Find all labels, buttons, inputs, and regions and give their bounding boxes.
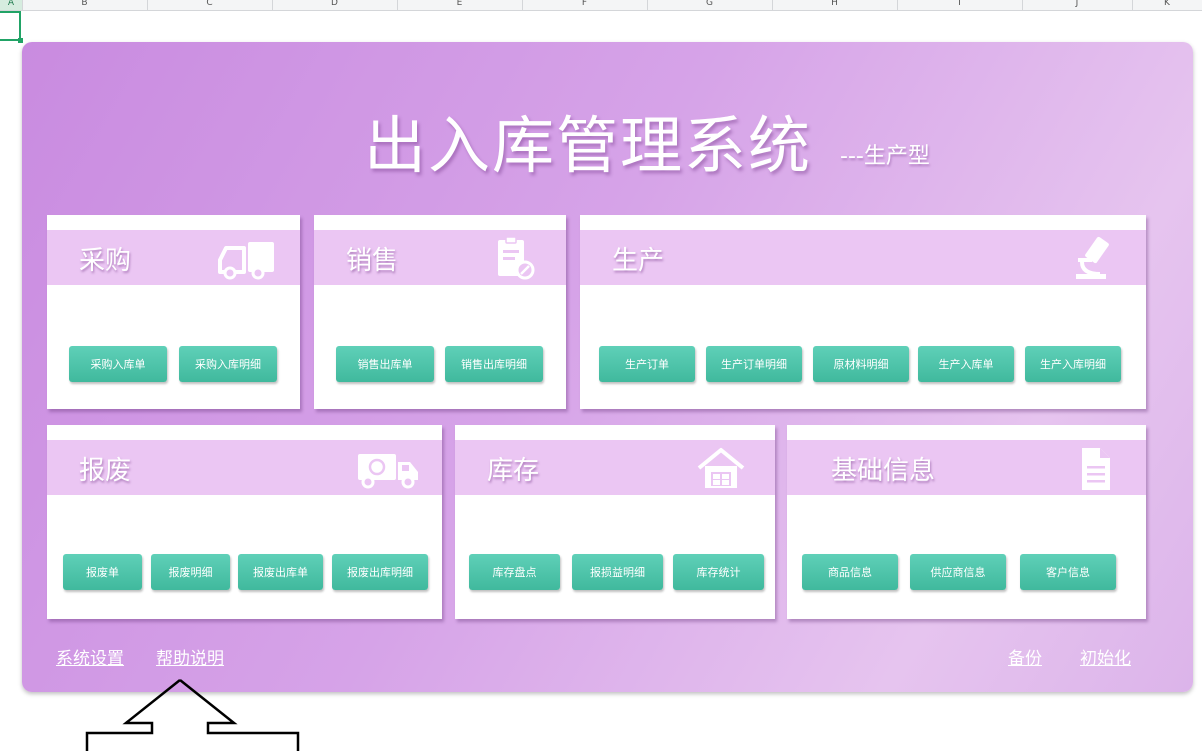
card-title-inventory: 库存 xyxy=(487,456,540,486)
up-arrow-icon xyxy=(85,679,300,751)
card-title-scrap: 报废 xyxy=(79,456,132,486)
production-order-button[interactable]: 生产订单 xyxy=(599,346,695,382)
card-header: 报废 xyxy=(47,440,442,495)
column-header-k[interactable]: K xyxy=(1132,0,1202,10)
selected-cell[interactable] xyxy=(0,11,21,41)
column-header-a[interactable]: A xyxy=(0,0,23,10)
card-title-purchase: 采购 xyxy=(79,246,132,276)
production-inbound-detail-button[interactable]: 生产入库明细 xyxy=(1025,346,1121,382)
card-header: 库存 xyxy=(455,440,775,495)
card-header: 销售 xyxy=(314,230,566,285)
scrap-order-button[interactable]: 报废单 xyxy=(63,554,142,590)
scrap-outbound-detail-button[interactable]: 报废出库明细 xyxy=(332,554,428,590)
card-sales: 销售 销售出库单 销售出库明细 xyxy=(314,215,566,409)
loss-gain-detail-button[interactable]: 报损益明细 xyxy=(572,554,663,590)
card-title-sales: 销售 xyxy=(346,246,399,276)
microscope-icon xyxy=(1076,236,1109,279)
stocktake-button[interactable]: 库存盘点 xyxy=(469,554,560,590)
column-header-b[interactable]: B xyxy=(22,0,148,10)
card-basic-info: 基础信息 商品信息 供应商信息 客户信息 xyxy=(787,425,1146,619)
recycle-truck-icon xyxy=(358,454,418,489)
card-inventory: 库存 库存盘点 报损益明细 库存统计 xyxy=(455,425,775,619)
card-title-basic-info: 基础信息 xyxy=(831,456,936,486)
card-scrap: 报废 报废单 报废明细 报废出库单 报废出库明细 xyxy=(47,425,442,619)
initialize-link[interactable]: 初始化 xyxy=(1080,644,1131,669)
sales-outbound-button[interactable]: 销售出库单 xyxy=(336,346,434,382)
inventory-stats-button[interactable]: 库存统计 xyxy=(673,554,764,590)
raw-material-detail-button[interactable]: 原材料明细 xyxy=(813,346,909,382)
card-title-production: 生产 xyxy=(612,246,665,276)
card-purchase: 采购 采购入库单 采购入库明细 xyxy=(47,215,300,409)
clipboard-icon xyxy=(498,236,535,280)
truck-icon xyxy=(218,242,274,280)
column-header-bar: A B C D E F G H I J K xyxy=(0,0,1202,11)
card-production: 生产 生产订单 生产订单明细 原材料明细 生产入库单 生产入库明细 xyxy=(580,215,1146,409)
page-title: 出入库管理系统 xyxy=(363,109,812,182)
system-settings-link[interactable]: 系统设置 xyxy=(56,644,124,669)
card-header: 采购 xyxy=(47,230,300,285)
column-header-d[interactable]: D xyxy=(272,0,398,10)
column-header-g[interactable]: G xyxy=(647,0,773,10)
purchase-inbound-detail-button[interactable]: 采购入库明细 xyxy=(179,346,277,382)
purchase-inbound-button[interactable]: 采购入库单 xyxy=(69,346,167,382)
page-subtitle: ---生产型 xyxy=(840,144,930,169)
column-header-i[interactable]: I xyxy=(897,0,1023,10)
customer-info-button[interactable]: 客户信息 xyxy=(1020,554,1116,590)
column-header-c[interactable]: C xyxy=(147,0,273,10)
help-link[interactable]: 帮助说明 xyxy=(156,644,224,669)
warehouse-icon xyxy=(697,448,745,488)
product-info-button[interactable]: 商品信息 xyxy=(802,554,898,590)
scrap-outbound-button[interactable]: 报废出库单 xyxy=(238,554,323,590)
column-header-e[interactable]: E xyxy=(397,0,523,10)
column-header-f[interactable]: F xyxy=(522,0,648,10)
card-header: 生产 xyxy=(580,230,1146,285)
fill-handle[interactable] xyxy=(18,38,23,43)
production-order-detail-button[interactable]: 生产订单明细 xyxy=(706,346,802,382)
scrap-detail-button[interactable]: 报废明细 xyxy=(151,554,230,590)
column-header-h[interactable]: H xyxy=(772,0,898,10)
backup-link[interactable]: 备份 xyxy=(1008,644,1042,669)
sales-outbound-detail-button[interactable]: 销售出库明细 xyxy=(445,346,543,382)
supplier-info-button[interactable]: 供应商信息 xyxy=(910,554,1006,590)
production-inbound-button[interactable]: 生产入库单 xyxy=(918,346,1014,382)
document-icon xyxy=(1082,448,1110,490)
card-header: 基础信息 xyxy=(787,440,1146,495)
column-header-j[interactable]: J xyxy=(1022,0,1133,10)
